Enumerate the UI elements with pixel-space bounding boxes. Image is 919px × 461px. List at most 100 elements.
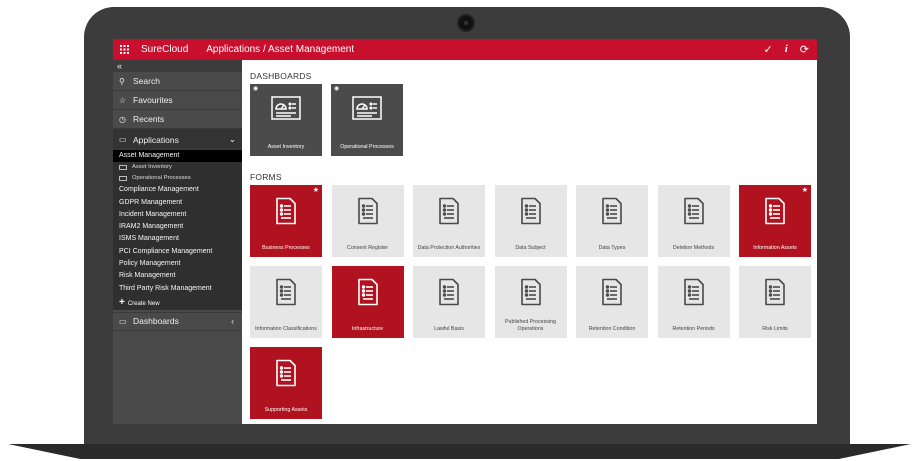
search-icon: ⚲ <box>119 76 125 86</box>
form-document-icon <box>438 197 460 230</box>
form-document-icon <box>357 278 379 311</box>
applications-list: Asset Management Asset Inventory Operati… <box>113 150 242 310</box>
app-isms-management[interactable]: ISMS Management <box>113 233 242 245</box>
form-document-icon <box>601 278 623 311</box>
app-third-party-risk-management[interactable]: Third Party Risk Management <box>113 283 242 295</box>
app-asset-management[interactable]: Asset Management <box>113 150 242 163</box>
dashboard-icon <box>352 96 382 125</box>
form-document-icon <box>520 278 542 311</box>
form-tile-supporting-assets[interactable]: Supporting Assets <box>250 347 322 419</box>
sidebar-item-label: Dashboards <box>133 316 179 327</box>
clock-icon: ◷ <box>119 114 126 124</box>
tile-label: Data Protection Authorities <box>417 244 481 251</box>
form-tile-data-types[interactable]: Data Types <box>576 185 648 257</box>
app-policy-management[interactable]: Policy Management <box>113 258 242 270</box>
app-risk-management[interactable]: Risk Management <box>113 270 242 282</box>
tile-label: Deletion Methods <box>672 244 715 251</box>
app-sub-asset-inventory[interactable]: Asset Inventory <box>113 162 242 173</box>
tile-label: Supporting Assets <box>264 406 308 413</box>
form-document-icon <box>275 197 297 230</box>
dashboard-icon <box>271 96 301 125</box>
top-bar: SureCloud Applications / Asset Managemen… <box>113 39 817 60</box>
dashboard-tile-operational-processes[interactable]: ◉ Operational Processes <box>331 84 403 156</box>
laptop-base <box>8 444 911 459</box>
form-tile-information-assets[interactable]: ★ Information Assets <box>739 185 811 257</box>
form-document-icon <box>683 197 705 230</box>
tile-label: Risk Limits <box>762 325 788 332</box>
sidebar-item-label: Recents <box>133 114 165 124</box>
dashboards-heading: DASHBOARDS <box>250 71 312 81</box>
form-tile-data-protection-authorities[interactable]: Data Protection Authorities <box>413 185 485 257</box>
form-document-icon <box>357 197 379 230</box>
tile-label: Data Subject <box>515 244 546 251</box>
app-gdpr-management[interactable]: GDPR Management <box>113 197 242 209</box>
form-document-icon <box>438 278 460 311</box>
form-tile-published-processing-operations[interactable]: Published Processing Operations <box>494 266 567 338</box>
sidebar-item-label: Favourites <box>133 95 173 105</box>
app-sub-operational-processes[interactable]: Operational Processes <box>113 173 242 184</box>
form-tile-infrastructure[interactable]: Infrastructure <box>331 266 404 338</box>
app-pci-compliance-management[interactable]: PCI Compliance Management <box>113 246 242 258</box>
form-tile-retention-condition[interactable]: Retention Condition <box>576 266 648 338</box>
sidebar-item-recents[interactable]: ◷ Recents <box>113 110 242 129</box>
form-tile-information-classifications[interactable]: Information Classifications <box>250 266 322 338</box>
form-document-icon <box>764 197 786 230</box>
tile-label: Information Classifications <box>255 325 317 332</box>
forms-heading: FORMS <box>250 172 282 182</box>
eye-icon: ◉ <box>253 86 259 92</box>
tile-label: Consent Register <box>347 244 388 251</box>
app-grid-icon[interactable] <box>113 45 135 54</box>
dashboard-icon <box>119 165 127 171</box>
list-item: Asset Inventory <box>132 164 172 171</box>
form-tile-lawful-basis[interactable]: Lawful Basis <box>413 266 485 338</box>
webcam-icon <box>457 14 475 32</box>
tile-label: Business Processes <box>262 244 310 251</box>
sidebar-item-applications[interactable]: ▭ Applications ⌄ <box>113 129 242 150</box>
form-tile-consent-register[interactable]: Consent Register <box>331 185 404 257</box>
breadcrumb: Applications / Asset Management <box>206 44 355 55</box>
app-screen: SureCloud Applications / Asset Managemen… <box>113 39 817 424</box>
tile-label: Retention Condition <box>588 325 636 332</box>
check-icon[interactable]: ✓ <box>764 43 773 56</box>
app-compliance-management[interactable]: Compliance Management <box>113 184 242 196</box>
chevron-down-icon[interactable]: ⌄ <box>229 134 236 145</box>
list-item: Operational Processes <box>132 175 191 182</box>
form-document-icon <box>601 197 623 230</box>
star-icon: ★ <box>312 187 319 194</box>
collapse-sidebar-button[interactable]: « <box>113 60 242 72</box>
form-tile-retention-periods[interactable]: Retention Periods <box>657 266 730 338</box>
eye-icon: ◉ <box>334 86 340 92</box>
create-new-button[interactable]: + Create New <box>113 295 242 310</box>
sidebar-item-label: Applications <box>133 134 179 145</box>
form-tile-business-processes[interactable]: ★ Business Processes <box>250 185 322 257</box>
sidebar-item-dashboards[interactable]: ▭ Dashboards ‹ <box>113 311 242 331</box>
refresh-icon[interactable]: ⟳ <box>800 43 809 56</box>
dashboard-icon: ▭ <box>119 316 127 326</box>
tile-label: Lawful Basis <box>434 325 464 332</box>
tile-label: Infrastructure <box>351 325 384 332</box>
star-icon: ★ <box>801 187 808 194</box>
chevron-left-icon[interactable]: ‹ <box>231 316 234 326</box>
tile-label: Operational Processes <box>340 143 394 150</box>
form-tile-deletion-methods[interactable]: Deletion Methods <box>657 185 730 257</box>
form-tile-data-subject[interactable]: Data Subject <box>494 185 567 257</box>
tile-label: Retention Periods <box>672 325 715 332</box>
info-icon[interactable]: i <box>785 43 788 56</box>
dashboard-tile-asset-inventory[interactable]: ◉ Asset Inventory <box>250 84 322 156</box>
star-icon: ☆ <box>119 95 127 105</box>
brand-logo[interactable]: SureCloud <box>141 44 188 55</box>
tile-label: Published Processing Operations <box>505 319 556 332</box>
sidebar-item-search[interactable]: ⚲ Search <box>113 72 242 91</box>
app-incident-management[interactable]: Incident Management <box>113 209 242 221</box>
sidebar: « ⚲ Search ☆ Favourites ◷ Recents ▭ Appl… <box>113 60 242 424</box>
create-new-label: Create New <box>127 300 160 307</box>
tile-label: Information Assets <box>753 244 797 251</box>
form-document-icon <box>520 197 542 230</box>
form-document-icon <box>275 359 297 392</box>
sidebar-item-favourites[interactable]: ☆ Favourites <box>113 91 242 110</box>
dashboard-icon <box>119 176 127 182</box>
app-iram2-management[interactable]: IRAM2 Management <box>113 221 242 233</box>
form-tile-risk-limits[interactable]: Risk Limits <box>739 266 811 338</box>
form-document-icon <box>275 278 297 311</box>
main-content: DASHBOARDS ◉ Asset Inventory ◉ Operational … <box>242 60 817 424</box>
